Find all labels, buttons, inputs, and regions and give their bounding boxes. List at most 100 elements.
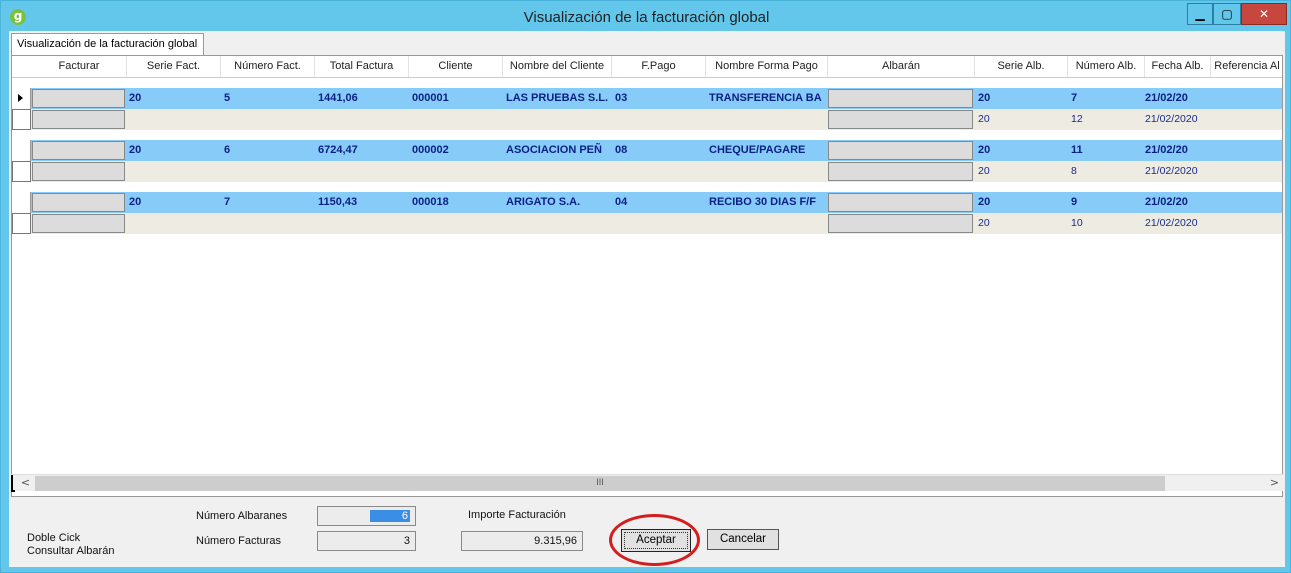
numero-alb-cell: 9 xyxy=(1071,196,1078,208)
column-header[interactable]: Número Alb. xyxy=(1068,56,1145,77)
facturar-cell[interactable] xyxy=(32,141,125,160)
facturar-cell[interactable] xyxy=(32,89,125,108)
tab-facturacion-global[interactable]: Visualización de la facturación global xyxy=(11,33,204,56)
column-header[interactable]: Número Fact. xyxy=(221,56,315,77)
row-header-corner xyxy=(11,475,15,492)
column-header[interactable]: Nombre Forma Pago xyxy=(706,56,828,77)
serie-fact-cell: 20 xyxy=(129,144,142,156)
importe-facturacion-field[interactable]: 9.315,96 xyxy=(461,531,583,551)
numero-fact-cell: 7 xyxy=(224,196,231,208)
total-factura-cell: 6724,47 xyxy=(318,144,358,156)
facturar-cell[interactable] xyxy=(32,214,125,233)
close-button[interactable]: ✕ xyxy=(1241,3,1287,25)
numero-facturas-field[interactable]: 3 xyxy=(317,531,416,551)
forma-pago-cell: CHEQUE/PAGARE xyxy=(709,144,806,156)
column-header[interactable]: Albarán xyxy=(828,56,975,77)
fpago-cell: 08 xyxy=(615,144,628,156)
row-selector[interactable] xyxy=(12,140,31,161)
scroll-thumb[interactable]: III xyxy=(35,476,1165,491)
facturar-checkbox[interactable] xyxy=(12,109,31,130)
grid-header: Facturar Serie Fact. Número Fact. Total Fac… xyxy=(12,56,1282,78)
column-header[interactable]: Total Factura xyxy=(315,56,409,77)
table-row[interactable]: 20 5 1441,06 000001 LAS PRUEBAS S.L. 03 TRANSF… xyxy=(12,88,1282,109)
hint-double-click: Doble Cick xyxy=(27,532,81,544)
column-header[interactable]: Serie Alb. xyxy=(975,56,1068,77)
nombre-cliente-cell: LAS PRUEBAS S.L. xyxy=(506,92,609,104)
numero-albaranes-value: 6 xyxy=(369,510,410,522)
window-title: Visualización de la facturación global xyxy=(523,9,770,26)
fpago-cell: 04 xyxy=(615,196,628,208)
fecha-alb-cell: 21/02/20 xyxy=(1145,92,1188,104)
albaran-cell[interactable] xyxy=(828,110,973,129)
facturar-cell[interactable] xyxy=(32,162,125,181)
scroll-left-button[interactable]: < xyxy=(17,475,34,492)
table-row[interactable]: 20 6 6724,47 000002 ASOCIACION PEÑ 08 CHEQUE/P… xyxy=(12,140,1282,161)
total-factura-cell: 1150,43 xyxy=(318,196,358,208)
forma-pago-cell: RECIBO 30 DIAS F/F xyxy=(709,196,816,208)
importe-facturacion-label: Importe Facturación xyxy=(468,509,566,521)
albaran-cell[interactable] xyxy=(828,214,973,233)
numero-albaranes-label: Número Albaranes xyxy=(196,510,288,522)
highlight-circle-annotation xyxy=(609,514,700,566)
forma-pago-cell: TRANSFERENCIA BA xyxy=(709,92,822,104)
current-row-arrow-icon xyxy=(18,94,23,102)
albaran-cell[interactable] xyxy=(828,89,973,108)
numero-alb-cell: 12 xyxy=(1071,113,1083,125)
albaran-cell[interactable] xyxy=(828,193,973,212)
total-factura-cell: 1441,06 xyxy=(318,92,358,104)
cancelar-button[interactable]: Cancelar xyxy=(707,529,779,550)
serie-alb-cell: 20 xyxy=(978,217,990,229)
numero-fact-cell: 6 xyxy=(224,144,231,156)
facturar-checkbox[interactable] xyxy=(12,161,31,182)
column-header[interactable]: Facturar xyxy=(32,56,127,77)
cliente-cell: 000018 xyxy=(412,196,449,208)
footer-panel: Doble Cick Consultar Albarán Número Alba… xyxy=(9,497,1285,567)
maximize-button[interactable]: ▢ xyxy=(1213,3,1241,25)
app-window: g Visualización de la facturación global… xyxy=(0,0,1291,573)
horizontal-scrollbar[interactable]: < III > xyxy=(11,474,1283,492)
facturar-cell[interactable] xyxy=(32,110,125,129)
fpago-cell: 03 xyxy=(615,92,628,104)
scroll-right-button[interactable]: > xyxy=(1266,475,1283,492)
cliente-cell: 000001 xyxy=(412,92,449,104)
nombre-cliente-cell: ASOCIACION PEÑ xyxy=(506,144,602,156)
minimize-button[interactable]: ▁ xyxy=(1187,3,1213,25)
column-header[interactable]: Referencia Al xyxy=(1211,56,1282,77)
serie-alb-cell: 20 xyxy=(978,113,990,125)
row-selector[interactable] xyxy=(12,88,31,109)
hint-consultar-albaran: Consultar Albarán xyxy=(27,545,115,557)
table-subrow[interactable]: 20 8 21/02/2020 xyxy=(12,161,1282,182)
numero-alb-cell: 7 xyxy=(1071,92,1078,104)
numero-alb-cell: 11 xyxy=(1071,144,1083,156)
serie-alb-cell: 20 xyxy=(978,144,991,156)
fecha-alb-cell: 21/02/2020 xyxy=(1145,217,1198,229)
serie-alb-cell: 20 xyxy=(978,165,990,177)
serie-fact-cell: 20 xyxy=(129,196,142,208)
albaran-cell[interactable] xyxy=(828,141,973,160)
facturar-cell[interactable] xyxy=(32,193,125,212)
serie-alb-cell: 20 xyxy=(978,92,991,104)
numero-fact-cell: 5 xyxy=(224,92,231,104)
cliente-cell: 000002 xyxy=(412,144,449,156)
column-header[interactable]: Fecha Alb. xyxy=(1145,56,1211,77)
row-selector[interactable] xyxy=(12,192,31,213)
title-bar[interactable]: g Visualización de la facturación global… xyxy=(1,1,1291,31)
serie-alb-cell: 20 xyxy=(978,196,991,208)
invoice-grid[interactable]: Facturar Serie Fact. Número Fact. Total Fac… xyxy=(11,55,1283,497)
table-row[interactable]: 20 7 1150,43 000018 ARIGATO S.A. 04 RECIBO 30 … xyxy=(12,192,1282,213)
fecha-alb-cell: 21/02/20 xyxy=(1145,144,1188,156)
column-header[interactable]: Cliente xyxy=(409,56,503,77)
albaran-cell[interactable] xyxy=(828,162,973,181)
fecha-alb-cell: 21/02/2020 xyxy=(1145,113,1198,125)
client-area: Visualización de la facturación global F… xyxy=(9,31,1285,567)
numero-albaranes-field[interactable]: 6 xyxy=(317,506,416,526)
facturar-checkbox[interactable] xyxy=(12,213,31,234)
serie-fact-cell: 20 xyxy=(129,92,142,104)
fecha-alb-cell: 21/02/2020 xyxy=(1145,165,1198,177)
column-header[interactable]: Serie Fact. xyxy=(127,56,221,77)
numero-alb-cell: 10 xyxy=(1071,217,1083,229)
column-header[interactable]: Nombre del Cliente xyxy=(503,56,612,77)
table-subrow[interactable]: 20 10 21/02/2020 xyxy=(12,213,1282,234)
table-subrow[interactable]: 20 12 21/02/2020 xyxy=(12,109,1282,130)
column-header[interactable]: F.Pago xyxy=(612,56,706,77)
